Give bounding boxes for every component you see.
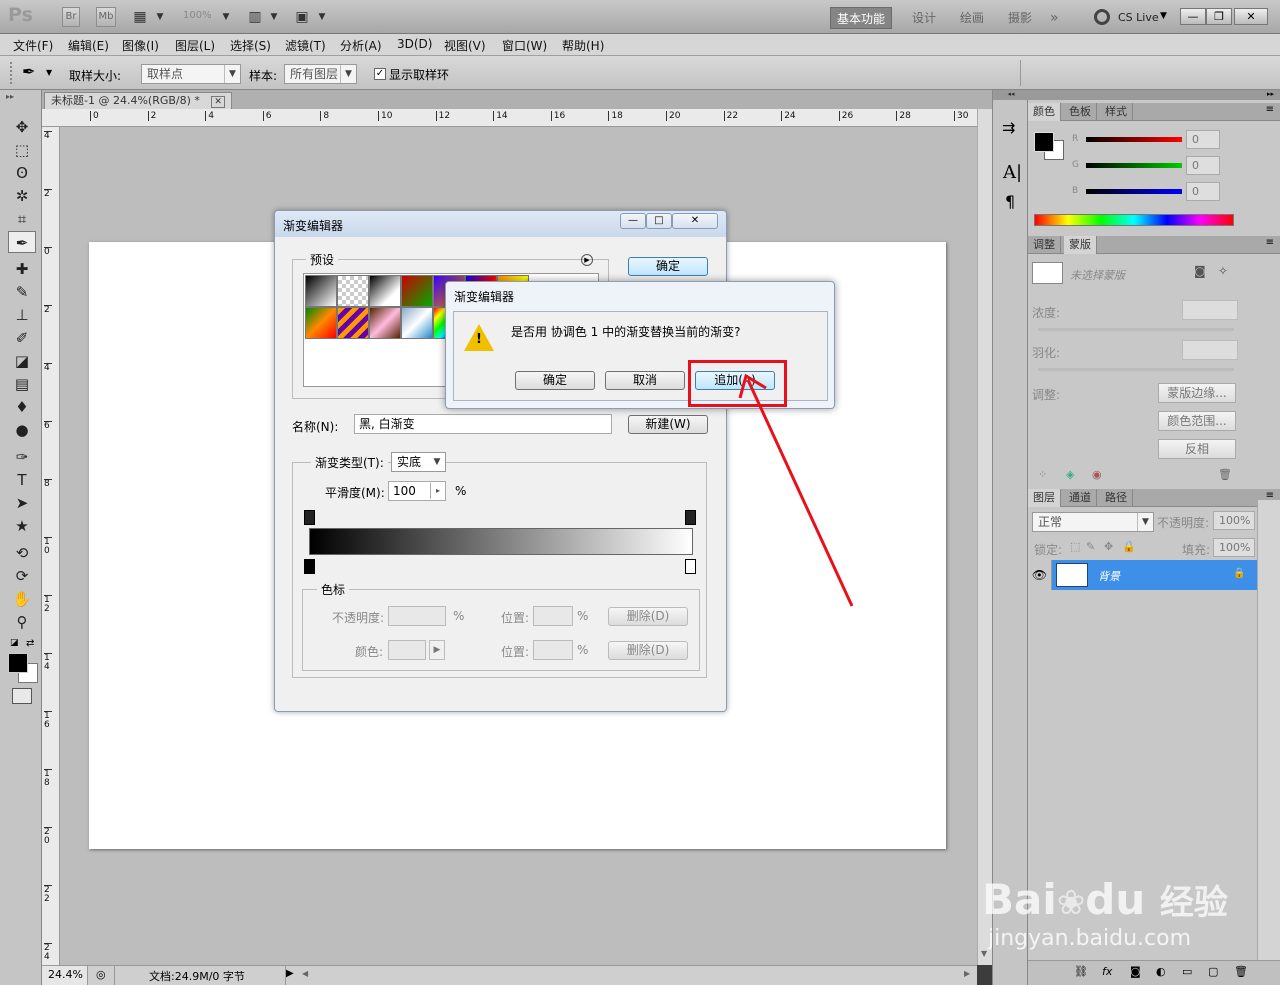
- watermark-cn: 经验: [1159, 883, 1228, 923]
- watermark-brand2: du: [1085, 875, 1146, 924]
- baidu-watermark: Bai❀du 经验: [982, 875, 1228, 924]
- watermark-url: jingyan.baidu.com: [988, 926, 1192, 951]
- annotation-arrow: [738, 373, 854, 607]
- annotation-arrow-line: [746, 379, 854, 607]
- annotation-arrow-head: [738, 373, 767, 399]
- paw-icon: ❀: [1056, 883, 1086, 923]
- watermark-brand: Bai: [982, 875, 1057, 924]
